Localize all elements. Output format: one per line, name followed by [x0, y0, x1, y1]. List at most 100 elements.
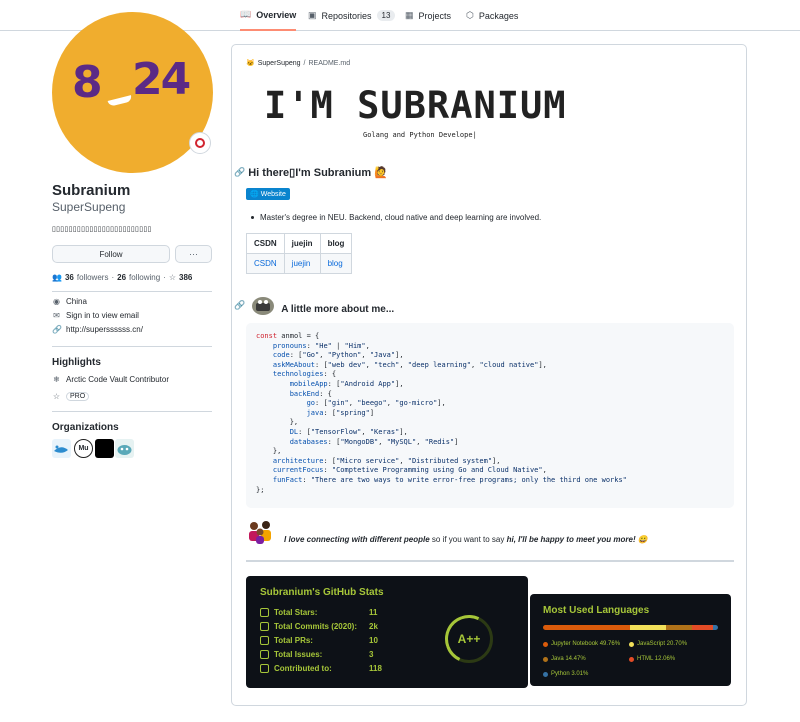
pull-request-icon [260, 636, 269, 645]
lang-item: Jupyter Notebook 49.76% [543, 641, 620, 647]
email-text[interactable]: Sign in to view email [66, 311, 139, 320]
following-count[interactable]: 26 [117, 273, 126, 282]
juejin-link[interactable]: juejin [283, 253, 321, 274]
stat-row: Total PRs: 10 [260, 636, 378, 645]
table-icon: ▦ [405, 10, 414, 20]
pro-badge: PRO [66, 392, 90, 401]
divider [52, 411, 212, 412]
tab-label: Packages [478, 10, 519, 21]
connect-text: I love connecting with different people … [284, 535, 648, 544]
tab-projects[interactable]: ▦ Projects [405, 0, 451, 31]
followers-count[interactable]: 36 [65, 273, 74, 282]
avatar-text-left: 8 [72, 57, 103, 108]
code-line: java: ["spring"] [306, 408, 375, 417]
lang-item: Java 14.47% [543, 656, 586, 662]
languages-title: Most Used Languages [543, 605, 650, 616]
org-avatar-dark[interactable] [95, 439, 114, 458]
readme-file[interactable]: README.md [309, 60, 351, 67]
languages-bar [543, 625, 718, 630]
org-avatar-whale-icon[interactable] [52, 439, 71, 458]
stat-label: Contributed to: [274, 664, 332, 673]
people-icon: 👥 [52, 273, 62, 282]
status-badge[interactable] [189, 132, 211, 154]
target-icon [195, 138, 205, 148]
lang-dot [543, 671, 548, 677]
code-line: }; [256, 485, 265, 494]
whale-icon [54, 445, 68, 453]
most-used-languages-card: Most Used Languages Jupyter Notebook 49.… [530, 594, 731, 686]
code-line: DL: ["TensorFlow", "Keras"], [289, 427, 408, 436]
code-line: pronouns: "He" | "Him", [272, 341, 370, 350]
tab-repositories[interactable]: ▣ Repositories 13 [308, 0, 396, 31]
follow-button[interactable]: Follow [52, 245, 170, 263]
lang-label: Python 3.01% [551, 671, 589, 677]
highlights-title: Highlights [52, 357, 101, 368]
star-icon: ☆ [52, 392, 61, 401]
stat-value: 118 [369, 664, 382, 673]
readme-owner[interactable]: SuperSupeng [258, 60, 301, 67]
blog-link[interactable]: blog [319, 253, 353, 274]
lang-label: JavaScript 20.70% [637, 641, 688, 647]
little-more-heading: 🔗 A little more about me... [234, 294, 394, 316]
anchor-link-icon[interactable]: 🔗 [234, 300, 245, 311]
website[interactable]: 🔗 http://superssssss.cn/ [52, 325, 143, 334]
code-line: architecture: ["Micro service", "Distrib… [272, 456, 501, 465]
code-line: databases: ["MongoDB", "MySQL", "Redis"] [289, 437, 459, 446]
link-icon: 🔗 [52, 325, 62, 334]
people-group-icon [249, 521, 271, 544]
anchor-link-icon[interactable]: 🔗 [234, 167, 245, 178]
mascot-icon [117, 445, 132, 455]
stat-row: Total Stars: 11 [260, 608, 377, 617]
profile-bio: ▯▯▯▯▯▯▯▯▯▯▯▯▯▯▯▯▯▯▯▯▯▯▯▯ [52, 226, 152, 233]
highlight-label[interactable]: Arctic Code Vault Contributor [66, 375, 169, 384]
lang-bar-segment [543, 625, 631, 630]
lang-dot [629, 656, 634, 662]
code-line: }, [256, 418, 299, 427]
tab-overview[interactable]: 📖 Overview [240, 0, 297, 31]
tab-packages[interactable]: ⬡ Packages [466, 0, 518, 31]
code-line: funFact: "There are two ways to write er… [272, 475, 627, 484]
avatar[interactable]: 8 24 [52, 12, 213, 173]
mail-icon: ✉ [53, 311, 60, 320]
highlight-item[interactable]: ❄ Arctic Code Vault Contributor [52, 375, 169, 384]
banner-title: I'M SUBRANIUM [264, 84, 567, 127]
highlight-item[interactable]: ☆ PRO [52, 392, 90, 401]
snowflake-icon: ❄ [53, 375, 60, 384]
following-label[interactable]: following [129, 273, 160, 282]
website-badge[interactable]: 🌐 Website [246, 188, 290, 200]
csdn-link[interactable]: CSDN [246, 253, 285, 274]
tab-label: Repositories [321, 10, 372, 21]
code-block: const anmol = { pronouns: "He" | "Him", … [246, 323, 734, 508]
stat-row: Total Commits (2020): 2k [260, 622, 378, 631]
octocat-icon: 🐱 [246, 60, 255, 67]
globe-icon: 🌐 [250, 191, 259, 198]
stat-label: Total Commits (2020): [274, 622, 357, 631]
lang-dot [543, 641, 548, 647]
more-options-button[interactable]: ··· [175, 245, 212, 263]
stat-label: Total Stars: [274, 608, 318, 617]
code-line: askMeAbout: ["web dev", "tech", "deep le… [272, 360, 547, 369]
repo-icon [260, 664, 269, 673]
book-icon: 📖 [240, 9, 252, 19]
org-avatar-mascot-icon[interactable] [115, 439, 134, 458]
lang-bar-segment [691, 625, 713, 630]
followers-label[interactable]: followers [77, 273, 109, 282]
repo-icon: ▣ [308, 10, 317, 20]
email[interactable]: ✉ Sign in to view email [52, 311, 139, 320]
divider [52, 346, 212, 347]
connect-bold: I love connecting with different people [284, 534, 430, 544]
greeting-heading: 🔗 Hi there▯I'm Subranium 🙋 [234, 166, 388, 179]
package-icon: ⬡ [466, 10, 474, 20]
org-avatar-mu[interactable]: Mu [74, 439, 93, 458]
repo-count-badge: 13 [376, 10, 396, 21]
avatar-text-right: 24 [132, 54, 191, 105]
github-stats-card: Subranium's GitHub Stats Total Stars: 11… [246, 576, 528, 688]
website-link[interactable]: http://superssssss.cn/ [66, 325, 143, 334]
stars-count[interactable]: 386 [179, 273, 192, 282]
issue-icon [260, 650, 269, 659]
profile-name: Subranium [52, 182, 131, 199]
location-text: China [66, 297, 87, 306]
table-header: CSDN [246, 233, 285, 254]
lang-bar-segment [630, 625, 667, 630]
star-icon: ☆ [168, 273, 177, 282]
